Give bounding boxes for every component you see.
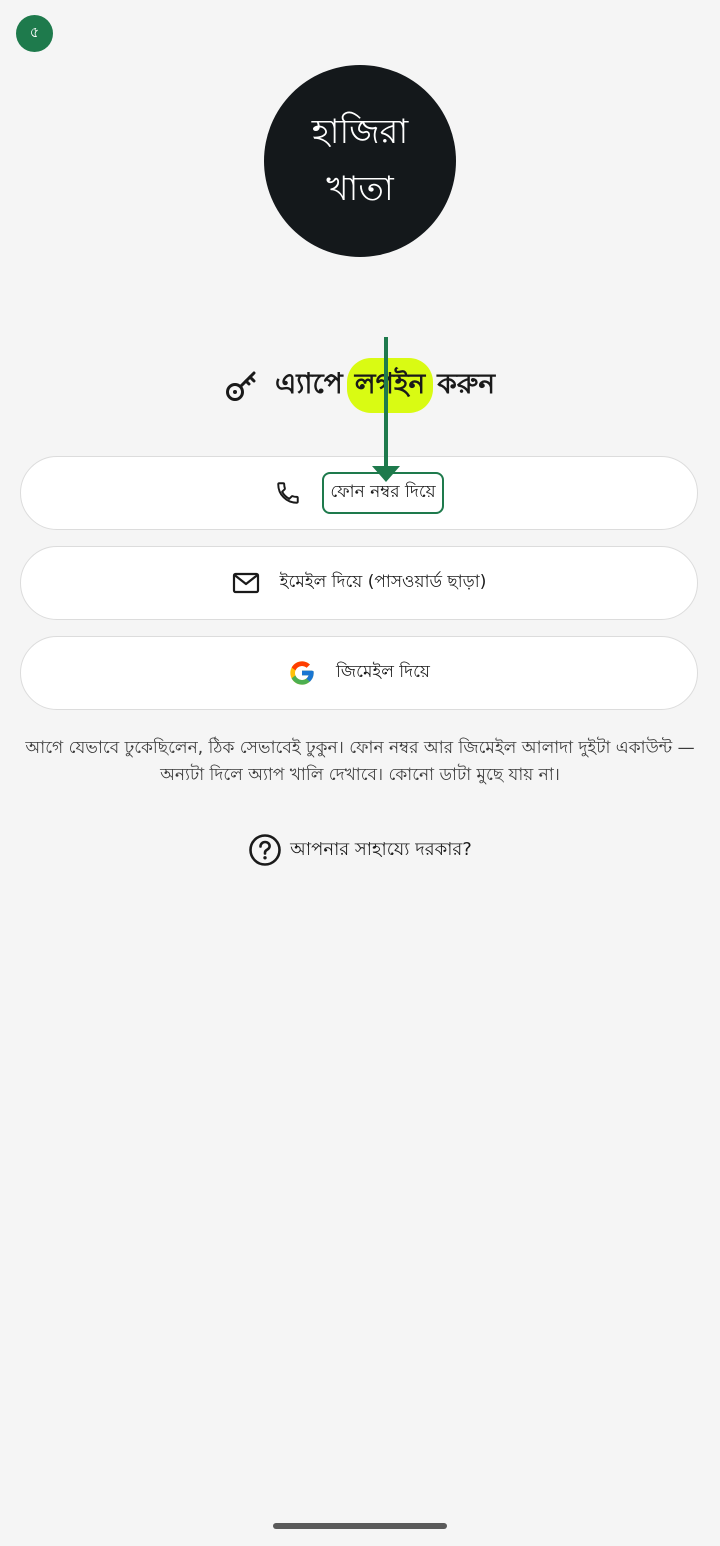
title-prefix: এ্যাপে (274, 366, 343, 400)
help-link[interactable]: আপনার সাহায্যে দরকার? (0, 830, 720, 870)
home-indicator[interactable] (273, 1523, 447, 1529)
step-badge: ৫ (16, 15, 53, 52)
key-icon (225, 371, 256, 401)
phone-icon (274, 479, 302, 507)
email-login-button[interactable]: ইমেইল দিয়ে (পাসওয়ার্ড ছাড়া) (20, 546, 698, 620)
email-login-label: ইমেইল দিয়ে (পাসওয়ার্ড ছাড়া) (279, 572, 487, 592)
google-login-label: জিমেইল দিয়ে (336, 662, 430, 682)
title-suffix: করুন (437, 366, 496, 400)
google-icon (288, 659, 316, 687)
google-login-button[interactable]: জিমেইল দিয়ে (20, 636, 698, 710)
login-title: এ্যাপে লগইন করুন (0, 355, 720, 415)
help-label: আপনার সাহায্যে দরকার? (290, 838, 472, 860)
logo-line-2: খাতা (326, 169, 394, 209)
account-note: আগে যেভাবে ঢুকেছিলেন, ঠিক সেভাবেই ঢুকুন।… (25, 738, 695, 785)
logo-line-1: হাজিরা (311, 112, 409, 152)
help-circle-icon (249, 834, 281, 866)
app-logo: হাজিরা খাতা (264, 65, 456, 257)
mail-icon (232, 569, 260, 597)
login-screen: ৫ হাজিরা খাতা এ্যাপে লগইন করুন ফোন নম্বর… (0, 0, 720, 1546)
title-highlight: লগইন (346, 357, 434, 413)
phone-login-button[interactable]: ফোন নম্বর দিয়ে (20, 456, 698, 530)
phone-login-label: ফোন নম্বর দিয়ে (322, 472, 444, 514)
